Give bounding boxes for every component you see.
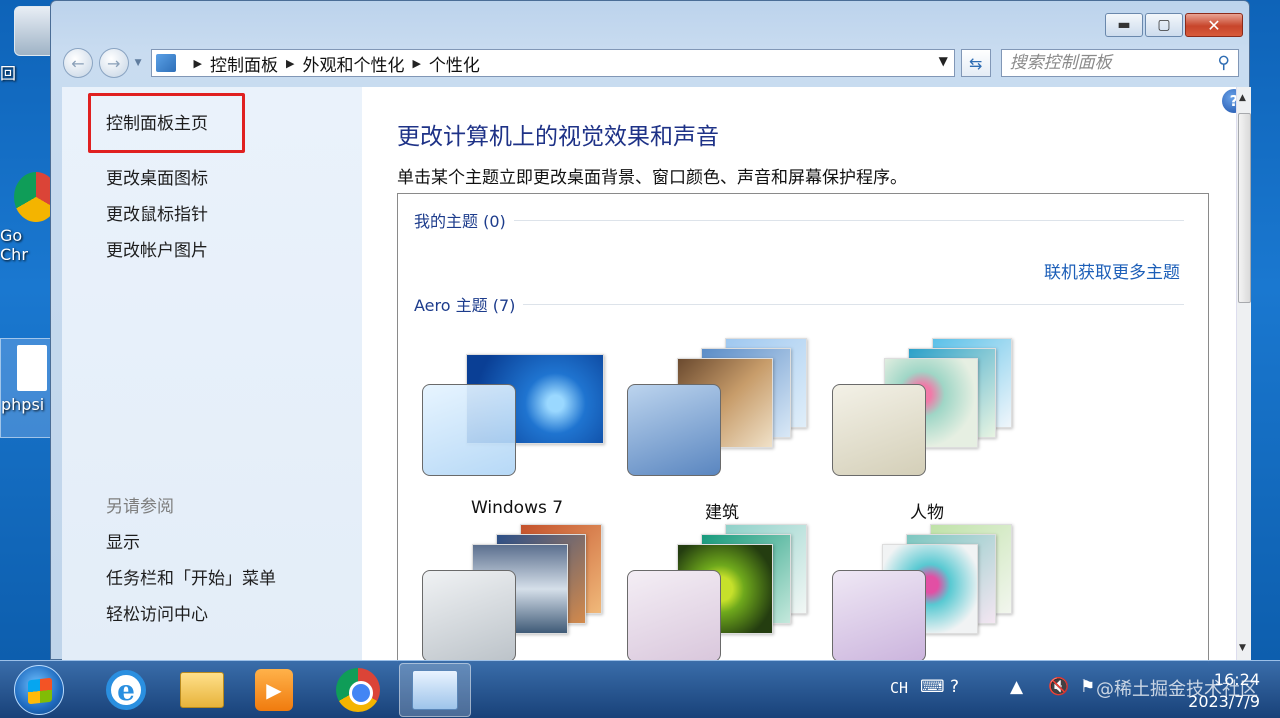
- change-account-picture-link[interactable]: 更改帐户图片: [106, 236, 208, 261]
- desktop-icon-label: phpsi: [1, 395, 45, 414]
- control-panel-icon: [412, 670, 458, 710]
- get-more-themes-link[interactable]: 联机获取更多主题: [1044, 258, 1180, 283]
- change-mouse-pointers-link[interactable]: 更改鼠标指针: [106, 200, 208, 225]
- vertical-scrollbar[interactable]: ▲ ▼: [1236, 87, 1251, 661]
- taskbar-explorer[interactable]: [166, 663, 238, 717]
- address-dropdown-icon[interactable]: ▼: [939, 54, 948, 68]
- close-button[interactable]: ✕: [1185, 13, 1243, 37]
- media-player-icon: ▶: [255, 669, 293, 711]
- theme-preview: [627, 338, 817, 484]
- start-button[interactable]: [14, 665, 64, 715]
- my-themes-header[interactable]: 我的主题 (0): [414, 208, 1184, 232]
- scroll-up-icon[interactable]: ▲: [1239, 93, 1246, 103]
- navigation-bar: ← → ▼ ▶ 控制面板 ▶ 外观和个性化 ▶ 个性化 ▼ ⇆ ⚲: [63, 47, 1239, 79]
- aero-themes-header[interactable]: Aero 主题 (7): [414, 292, 1184, 316]
- theme-scenes[interactable]: [832, 524, 1022, 663]
- recycle-bin-icon: [14, 6, 52, 56]
- chrome-icon: [14, 172, 52, 222]
- control-panel-icon: [155, 54, 176, 72]
- theme-preview: [422, 344, 612, 484]
- back-button[interactable]: ←: [63, 48, 93, 78]
- taskbar-internet-explorer[interactable]: e: [90, 663, 162, 717]
- language-indicator[interactable]: CH: [890, 679, 908, 697]
- theme-landscapes[interactable]: [422, 524, 612, 663]
- main-content: ? 更改计算机上的视觉效果和声音 单击某个主题立即更改桌面背景、窗口颜色、声音和…: [362, 87, 1246, 663]
- change-desktop-icons-link[interactable]: 更改桌面图标: [106, 164, 208, 189]
- show-hidden-icons-icon[interactable]: ▲: [1010, 677, 1023, 697]
- theme-nature[interactable]: [627, 524, 817, 663]
- desktop-icon-recycle-bin[interactable]: 回: [0, 6, 52, 84]
- theme-preview: [627, 524, 817, 663]
- page-description: 单击某个主题立即更改桌面背景、窗口颜色、声音和屏幕保护程序。: [397, 168, 907, 188]
- breadcrumb-personalization[interactable]: 个性化: [429, 51, 480, 76]
- theme-preview: [832, 338, 1022, 484]
- aero-themes-label: Aero 主题 (7): [414, 296, 516, 315]
- chevron-right-icon[interactable]: ▶: [412, 57, 420, 70]
- recent-pages-dropdown[interactable]: ▼: [135, 58, 145, 68]
- address-bar[interactable]: ▶ 控制面板 ▶ 外观和个性化 ▶ 个性化 ▼: [150, 49, 955, 77]
- taskbar-control-panel[interactable]: [399, 663, 471, 717]
- left-navigation-pane: 控制面板主页 更改桌面图标 更改鼠标指针 更改帐户图片 另请参阅 显示 任务栏和…: [62, 87, 362, 661]
- taskbar: e ▶ CH ⌨ ? ▲ 🔇 ⚑ @稀土掘金技术社区 16:24 2023/7/…: [0, 660, 1280, 718]
- theme-name: 人物: [910, 503, 944, 523]
- keyboard-icon[interactable]: ⌨: [920, 677, 945, 697]
- system-tray: CH ⌨ ? ▲ 🔇 ⚑ @稀土掘金技术社区 16:24 2023/7/9: [880, 661, 1280, 718]
- clock-date: 2023/7/9: [1188, 692, 1260, 711]
- refresh-button[interactable]: ⇆: [960, 49, 991, 77]
- volume-muted-icon[interactable]: 🔇: [1048, 677, 1069, 697]
- themes-list: 我的主题 (0) 联机获取更多主题 Aero 主题 (7) Windows 7: [397, 193, 1209, 663]
- display-link[interactable]: 显示: [106, 528, 140, 553]
- minimize-button[interactable]: ▬: [1105, 13, 1143, 37]
- windows-logo-icon: [28, 677, 52, 705]
- chevron-right-icon[interactable]: ▶: [286, 57, 294, 70]
- my-themes-label: 我的主题 (0): [414, 212, 506, 231]
- taskbar-chrome[interactable]: [322, 663, 394, 717]
- control-panel-home-link[interactable]: 控制面板主页: [106, 109, 208, 134]
- clock[interactable]: 16:24 2023/7/9: [1188, 669, 1260, 713]
- taskbar-media-player[interactable]: ▶: [238, 663, 310, 717]
- desktop-icon-phps[interactable]: phpsi: [0, 338, 52, 438]
- theme-name: Windows 7: [470, 498, 564, 518]
- theme-name: 建筑: [705, 503, 739, 523]
- clock-time: 16:24: [1213, 670, 1260, 689]
- desktop-icon-chrome[interactable]: Go Chr: [0, 172, 52, 264]
- page-title: 更改计算机上的视觉效果和声音: [397, 124, 719, 150]
- desktop-icon-label: Go Chr: [0, 226, 28, 264]
- action-center-icon[interactable]: ⚑: [1080, 677, 1095, 697]
- personalization-window: ▬ ▢ ✕ ← → ▼ ▶ 控制面板 ▶ 外观和个性化 ▶ 个性化 ▼ ⇆ ⚲ …: [50, 0, 1251, 663]
- search-icon[interactable]: ⚲: [1218, 53, 1230, 73]
- ease-of-access-link[interactable]: 轻松访问中心: [106, 600, 208, 625]
- help-icon[interactable]: ?: [950, 677, 959, 697]
- search-box[interactable]: ⚲: [1000, 49, 1239, 77]
- internet-explorer-icon: e: [106, 670, 146, 710]
- search-input[interactable]: [1009, 53, 1210, 73]
- see-also-heading: 另请参阅: [106, 497, 174, 517]
- breadcrumb-control-panel[interactable]: 控制面板: [210, 51, 278, 76]
- breadcrumb-appearance[interactable]: 外观和个性化: [302, 51, 404, 76]
- maximize-button[interactable]: ▢: [1145, 13, 1183, 37]
- theme-architecture[interactable]: 建筑: [627, 338, 817, 524]
- taskbar-start-menu-link[interactable]: 任务栏和「开始」菜单: [106, 564, 276, 589]
- chevron-right-icon[interactable]: ▶: [194, 57, 202, 70]
- theme-characters[interactable]: 人物: [832, 338, 1022, 524]
- desktop-icon-label: 回: [0, 64, 17, 83]
- theme-windows-7[interactable]: Windows 7: [422, 344, 612, 524]
- window-controls: ▬ ▢ ✕: [1105, 13, 1243, 37]
- scrollbar-thumb[interactable]: [1238, 113, 1251, 303]
- chrome-icon: [336, 668, 380, 712]
- shortcut-icon: [17, 345, 47, 391]
- theme-preview: [832, 524, 1022, 663]
- forward-button[interactable]: →: [98, 48, 129, 78]
- theme-preview: [422, 524, 612, 663]
- folder-icon: [180, 672, 224, 708]
- scroll-down-icon[interactable]: ▼: [1239, 643, 1246, 653]
